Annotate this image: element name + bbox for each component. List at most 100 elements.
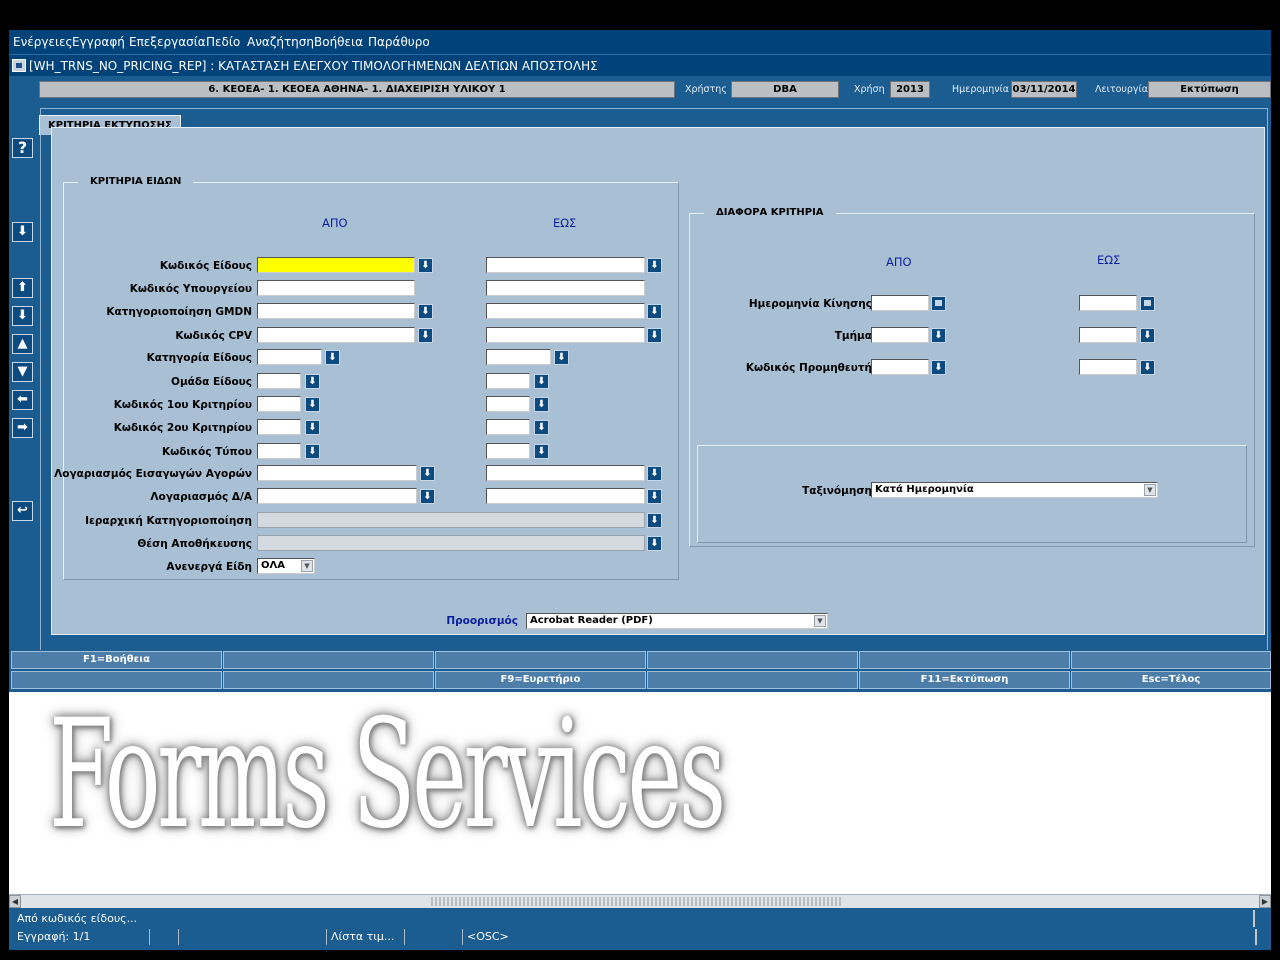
storage-location-input[interactable] xyxy=(257,535,645,551)
storage-location-lov-icon[interactable]: ⬇ xyxy=(647,536,662,551)
item-category-to-input[interactable] xyxy=(486,349,551,365)
fkey-print[interactable]: F11=Εκτύπωση xyxy=(859,671,1070,689)
item-group-from-input[interactable] xyxy=(257,373,301,389)
item-category-from-lov-icon[interactable]: ⬇ xyxy=(325,350,340,365)
gmdn-from-lov-icon[interactable]: ⬇ xyxy=(418,304,433,319)
cpv-to-lov-icon[interactable]: ⬇ xyxy=(647,328,662,343)
item-group-to-input[interactable] xyxy=(486,373,530,389)
fkey-exit[interactable]: Esc=Τέλος xyxy=(1071,671,1271,689)
arrow-right-icon[interactable]: ➡ xyxy=(12,418,33,438)
item-group-to-lov-icon[interactable]: ⬇ xyxy=(534,374,549,389)
scroll-thumb[interactable] xyxy=(431,897,843,906)
ministry-code-to-input[interactable] xyxy=(486,280,645,296)
fkey-slot[interactable] xyxy=(223,651,434,669)
chevron-down-icon[interactable]: ▼ xyxy=(301,560,313,572)
criterion1-from-input[interactable] xyxy=(257,396,301,412)
type-code-from-input[interactable] xyxy=(257,443,301,459)
sort-select[interactable]: Κατά Ημερομηνία ▼ xyxy=(871,482,1158,498)
menu-record[interactable]: Εγγραφή xyxy=(72,35,125,49)
inactive-items-select[interactable]: ΟΛΑ ▼ xyxy=(257,558,315,574)
triangle-down-icon[interactable]: ▼ xyxy=(12,362,33,382)
fkey-slot[interactable] xyxy=(1071,651,1271,669)
supplier-code-from-lov-icon[interactable]: ⬇ xyxy=(931,360,946,375)
type-code-to-lov-icon[interactable]: ⬇ xyxy=(534,444,549,459)
menu-actions[interactable]: Ενέργειες xyxy=(13,35,73,49)
help-icon[interactable]: ? xyxy=(12,138,33,158)
fkey-slot[interactable] xyxy=(435,651,646,669)
supplier-code-from-input[interactable] xyxy=(871,359,929,375)
criterion2-to-input[interactable] xyxy=(486,419,530,435)
menu-help[interactable]: Βοήθεια xyxy=(314,35,363,49)
department-from-input[interactable] xyxy=(871,327,929,343)
menu-search[interactable]: Αναζήτηση xyxy=(247,35,314,49)
menu-window[interactable]: Παράθυρο xyxy=(368,35,430,49)
type-code-from-lov-icon[interactable]: ⬇ xyxy=(305,444,320,459)
criterion2-from-input[interactable] xyxy=(257,419,301,435)
scroll-left-icon[interactable]: ◀ xyxy=(9,895,21,908)
item-code-to-input[interactable] xyxy=(486,257,645,273)
da-account-to-lov-icon[interactable]: ⬇ xyxy=(647,489,662,504)
movement-date-label: Ημερομηνία Κίνησης xyxy=(748,298,872,310)
status-bar: Από κωδικός είδους... Εγγραφή: 1/1 Λίστα… xyxy=(9,908,1271,950)
calendar-icon[interactable] xyxy=(1140,296,1155,311)
fkey-slot[interactable] xyxy=(647,651,858,669)
cpv-from-input[interactable] xyxy=(257,327,415,343)
criterion1-from-lov-icon[interactable]: ⬇ xyxy=(305,397,320,412)
arrow-up-icon[interactable]: ⬆ xyxy=(12,278,33,298)
scroll-right-icon[interactable]: ▶ xyxy=(1259,895,1271,908)
purchases-account-from-input[interactable] xyxy=(257,465,417,481)
fkey-slot[interactable] xyxy=(11,671,222,689)
hierarchical-category-input[interactable] xyxy=(257,512,645,528)
triangle-up-icon[interactable]: ▲ xyxy=(12,334,33,354)
da-account-from-input[interactable] xyxy=(257,488,417,504)
calendar-icon[interactable] xyxy=(931,296,946,311)
criterion1-to-input[interactable] xyxy=(486,396,530,412)
department-to-lov-icon[interactable]: ⬇ xyxy=(1140,328,1155,343)
fkey-help[interactable]: F1=Βοήθεια xyxy=(11,651,222,669)
ministry-code-from-input[interactable] xyxy=(257,280,415,296)
hierarchical-category-lov-icon[interactable]: ⬇ xyxy=(647,513,662,528)
arrow-left-icon[interactable]: ⬅ xyxy=(12,390,33,410)
gmdn-from-input[interactable] xyxy=(257,303,415,319)
criterion1-to-lov-icon[interactable]: ⬇ xyxy=(534,397,549,412)
criterion2-to-lov-icon[interactable]: ⬇ xyxy=(534,420,549,435)
supplier-code-to-lov-icon[interactable]: ⬇ xyxy=(1140,360,1155,375)
chevron-down-icon[interactable]: ▼ xyxy=(1144,484,1156,496)
gmdn-to-input[interactable] xyxy=(486,303,645,319)
chevron-down-icon[interactable]: ▼ xyxy=(814,615,826,627)
fkey-slot[interactable] xyxy=(223,671,434,689)
return-icon[interactable]: ↩ xyxy=(12,501,33,521)
item-code-to-lov-icon[interactable]: ⬇ xyxy=(647,258,662,273)
gmdn-to-lov-icon[interactable]: ⬇ xyxy=(647,304,662,319)
purchases-account-to-lov-icon[interactable]: ⬇ xyxy=(647,466,662,481)
item-category-from-input[interactable] xyxy=(257,349,322,365)
criterion2-from-lov-icon[interactable]: ⬇ xyxy=(305,420,320,435)
fkey-slot[interactable] xyxy=(859,651,1070,669)
arrow-down-icon[interactable]: ⬇ xyxy=(12,222,33,242)
form-window-icon[interactable] xyxy=(12,59,26,72)
item-code-from-input[interactable] xyxy=(257,257,415,273)
da-account-to-input[interactable] xyxy=(486,488,645,504)
cpv-to-input[interactable] xyxy=(486,327,645,343)
department-from-lov-icon[interactable]: ⬇ xyxy=(931,328,946,343)
supplier-code-to-input[interactable] xyxy=(1079,359,1137,375)
destination-select[interactable]: Acrobat Reader (PDF) ▼ xyxy=(526,613,828,629)
department-to-input[interactable] xyxy=(1079,327,1137,343)
cpv-from-lov-icon[interactable]: ⬇ xyxy=(418,328,433,343)
item-group-from-lov-icon[interactable]: ⬇ xyxy=(305,374,320,389)
fkey-index[interactable]: F9=Ευρετήριο xyxy=(435,671,646,689)
purchases-account-from-lov-icon[interactable]: ⬇ xyxy=(420,466,435,481)
department-label: Τμήμα xyxy=(834,330,872,342)
fkey-slot[interactable] xyxy=(647,671,858,689)
type-code-to-input[interactable] xyxy=(486,443,530,459)
menu-edit[interactable]: Επεξεργασία xyxy=(129,35,206,49)
item-category-to-lov-icon[interactable]: ⬇ xyxy=(554,350,569,365)
da-account-from-lov-icon[interactable]: ⬇ xyxy=(420,489,435,504)
purchases-account-to-input[interactable] xyxy=(486,465,645,481)
item-code-from-lov-icon[interactable]: ⬇ xyxy=(418,258,433,273)
horizontal-scrollbar[interactable]: ◀ ▶ xyxy=(9,894,1271,908)
menu-field[interactable]: Πεδίο xyxy=(206,35,240,49)
movement-date-to-input[interactable] xyxy=(1079,295,1137,311)
arrow-down-icon[interactable]: ⬇ xyxy=(12,306,33,326)
movement-date-from-input[interactable] xyxy=(871,295,929,311)
